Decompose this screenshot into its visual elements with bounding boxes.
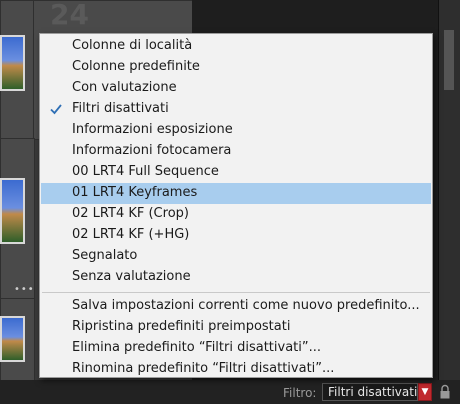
menu-item[interactable]: 02 LRT4 KF (Crop) (41, 204, 431, 225)
menu-item-label: Salva impostazioni correnti come nuovo p… (72, 298, 420, 313)
menu-item-label: 02 LRT4 KF (Crop) (72, 206, 189, 221)
photo-thumbnail[interactable] (0, 35, 25, 91)
filter-preset-menu: Colonne di località Colonne predefinite … (39, 33, 433, 378)
checkmark-icon (50, 104, 62, 115)
menu-item[interactable]: 00 LRT4 Full Sequence (41, 162, 431, 183)
menu-item[interactable]: Informazioni esposizione (41, 120, 431, 141)
menu-item-label: Senza valutazione (72, 269, 191, 284)
menu-item[interactable]: Con valutazione (41, 78, 431, 99)
menu-action-rename[interactable]: Rinomina predefinito “Filtri disattivati… (41, 359, 431, 380)
grid-cell-number: 24 (50, 0, 89, 31)
menu-action-delete[interactable]: Elimina predefinito “Filtri disattivati”… (41, 338, 431, 359)
lock-icon[interactable] (438, 384, 452, 400)
menu-item-label: Filtri disattivati (72, 101, 169, 116)
menu-item-label: Ripristina predefiniti preimpostati (72, 319, 291, 334)
dropdown-arrow-icon[interactable]: ▼ (418, 383, 432, 401)
menu-item-label: Segnalato (72, 248, 138, 263)
menu-item[interactable]: Colonne predefinite (41, 57, 431, 78)
menu-item-label: Rinomina predefinito “Filtri disattivati… (72, 361, 335, 376)
photo-thumbnail[interactable] (0, 316, 25, 362)
menu-action-save[interactable]: Salva impostazioni correnti come nuovo p… (41, 296, 431, 317)
more-dots-icon[interactable]: ••• (14, 284, 35, 295)
menu-item-label: 01 LRT4 Keyframes (72, 185, 198, 200)
menu-item[interactable]: Informazioni fotocamera (41, 141, 431, 162)
menu-item-checked[interactable]: Filtri disattivati (41, 99, 431, 120)
menu-item-label: Con valutazione (72, 80, 177, 95)
menu-item-label: Colonne di località (72, 38, 193, 53)
filter-label: Filtro: (283, 386, 317, 400)
menu-item-label: Elimina predefinito “Filtri disattivati”… (72, 340, 322, 355)
photo-thumbnail[interactable] (0, 178, 25, 244)
menu-item[interactable]: Senza valutazione (41, 267, 431, 288)
menu-action-restore[interactable]: Ripristina predefiniti preimpostati (41, 317, 431, 338)
menu-item[interactable]: Colonne di località (41, 36, 431, 57)
menu-item-label: 02 LRT4 KF (+HG) (72, 227, 190, 242)
menu-item[interactable]: Segnalato (41, 246, 431, 267)
menu-item-label: Informazioni fotocamera (72, 143, 232, 158)
filter-preset-select[interactable]: Filtri disattivati (322, 383, 418, 401)
scrollbar-thumb[interactable] (444, 30, 454, 90)
menu-item-label: Informazioni esposizione (72, 122, 233, 137)
menu-item-label: 00 LRT4 Full Sequence (72, 164, 219, 179)
menu-separator (42, 292, 430, 293)
menu-item-label: Colonne predefinite (72, 59, 200, 74)
menu-item-highlighted[interactable]: 01 LRT4 Keyframes (41, 183, 431, 204)
menu-item[interactable]: 02 LRT4 KF (+HG) (41, 225, 431, 246)
